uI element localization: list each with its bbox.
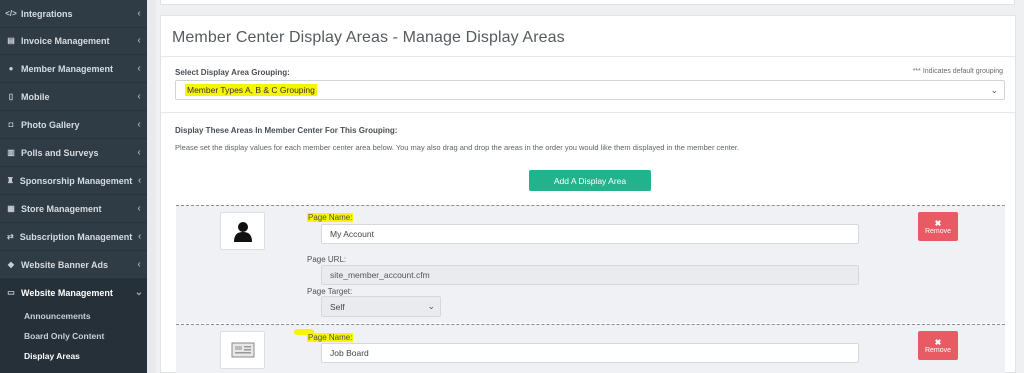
page-name-input[interactable]: My Account [321,224,859,244]
sidebar-item-label: Mobile [21,91,50,102]
trophy-icon: ♜ [6,176,14,185]
sidebar-item-label: Photo Gallery [21,119,80,130]
mobile-icon: ▯ [8,92,14,101]
add-display-area-button[interactable]: Add A Display Area [529,170,651,191]
sidebar-item-label: Subscription Management [19,231,133,242]
page-target-label: Page Target: [307,287,353,296]
sidebar-item-label: Website Management [21,287,113,298]
default-grouping-note: *** Indicates default grouping [912,68,1003,75]
sidebar-item-label: Member Management [21,63,114,74]
sidebar-item-label: Store Management [21,203,102,214]
section-divider [161,112,1015,113]
page-name-label: Page Name: [307,213,354,222]
user-icon: ● [8,64,14,73]
grouping-select-value: Member Types A, B & C Grouping [185,84,317,96]
sidebar-divider [147,0,156,373]
areas-heading: Display These Areas In Member Center For… [175,126,398,135]
sidebar-item-invoice-management[interactable]: ▤ Invoice Management ‹ [0,27,147,55]
sidebar-item-member-management[interactable]: ● Member Management ‹ [0,55,147,83]
sidebar-subitem-display-areas[interactable]: Display Areas [24,351,80,361]
chevron-down-icon: ⌄ [990,85,998,95]
job-board-icon [231,342,254,358]
remove-button[interactable]: ✖ Remove [918,331,958,360]
file-icon: ▤ [7,36,15,45]
page-name-input[interactable]: Job Board [321,343,859,363]
sidebar-item-website-management[interactable]: ▭ Website Management ⌄ [0,279,147,307]
sidebar-item-polls-and-surveys[interactable]: ▥ Polls and Surveys ‹ [0,139,147,167]
close-icon: ✖ [934,337,942,347]
close-icon: ✖ [934,218,942,228]
chevron-left-icon: ‹ [137,35,141,46]
remove-button[interactable]: ✖ Remove [918,212,958,241]
chevron-left-icon: ‹ [137,119,141,130]
sidebar-subitem-board-only-content[interactable]: Board Only Content [24,331,104,341]
chevron-left-icon: ‹ [137,175,142,186]
grouping-select[interactable]: Member Types A, B & C Grouping ⌄ [175,80,1005,100]
grouping-label: Select Display Area Grouping: [175,68,290,77]
areas-description: Please set the display values for each m… [175,143,740,152]
camera-icon: ◘ [8,120,14,129]
sidebar-item-label: Integrations [21,8,73,19]
code-icon: </> [5,9,17,18]
chevron-left-icon: ‹ [137,231,142,242]
sidebar-item-photo-gallery[interactable]: ◘ Photo Gallery ‹ [0,111,147,139]
sidebar-item-integrations[interactable]: </> Integrations ‹ [0,0,147,28]
display-area-item[interactable]: Page Name: Job Board ✖ Remove [176,324,1005,373]
sidebar-subitem-announcements[interactable]: Announcements [24,311,91,321]
main-panel: Member Center Display Areas - Manage Dis… [160,15,1016,373]
sidebar-item-subscription-management[interactable]: ⇄ Subscription Management ‹ [0,223,147,251]
page-title: Member Center Display Areas - Manage Dis… [172,29,565,46]
store-icon: ▦ [7,204,15,213]
sidebar-item-label: Polls and Surveys [21,147,99,158]
sidebar-item-label: Sponsorship Management [19,175,133,186]
chevron-left-icon: ‹ [137,8,141,19]
chevron-left-icon: ‹ [137,203,141,214]
display-area-item[interactable]: Page Name: My Account Page URL: site_mem… [176,205,1005,323]
sidebar-item-website-banner-ads[interactable]: ◆ Website Banner Ads ‹ [0,251,147,279]
page-target-select[interactable]: Self ⌄ [321,296,441,317]
bar-chart-icon: ▥ [7,148,15,157]
sidebar: </> Integrations ‹ ▤ Invoice Management … [0,0,147,373]
chevron-left-icon: ‹ [137,147,141,158]
tag-icon: ◆ [7,260,15,269]
page-url-label: Page URL: [307,255,347,264]
page-url-field: site_member_account.cfm [321,265,859,285]
chevron-down-icon: ⌄ [134,287,144,298]
area-thumbnail [220,212,265,250]
area-thumbnail [220,331,265,369]
remove-label: Remove [924,227,952,235]
title-divider [161,56,1015,57]
user-silhouette-icon [233,222,252,242]
chevron-left-icon: ‹ [137,63,141,74]
exchange-icon: ⇄ [7,232,14,241]
chevron-down-icon: ⌄ [427,301,435,311]
sidebar-item-sponsorship-management[interactable]: ♜ Sponsorship Management ‹ [0,167,147,195]
chevron-left-icon: ‹ [137,91,141,102]
sidebar-item-label: Invoice Management [21,35,110,46]
page-name-label: Page Name: [307,333,354,342]
top-panel-edge [160,0,1015,5]
sidebar-item-label: Website Banner Ads [21,259,109,270]
remove-label: Remove [924,346,952,354]
sidebar-item-mobile[interactable]: ▯ Mobile ‹ [0,83,147,111]
page-target-value: Self [330,301,345,312]
chevron-left-icon: ‹ [137,259,141,270]
sidebar-item-store-management[interactable]: ▦ Store Management ‹ [0,195,147,223]
laptop-icon: ▭ [7,288,15,297]
